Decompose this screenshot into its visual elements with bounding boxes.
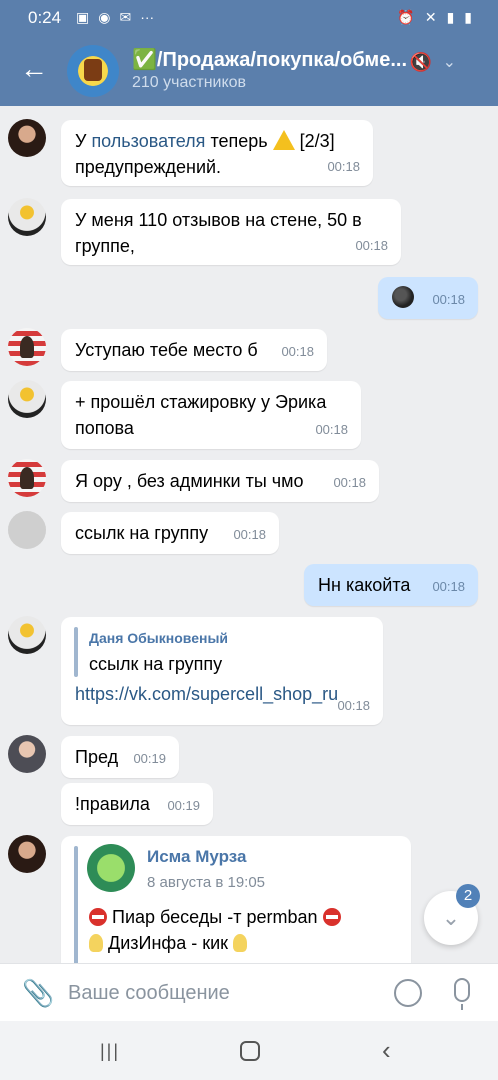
mic-icon[interactable] bbox=[454, 978, 470, 1010]
message-bubble-outgoing[interactable]: 00:18 bbox=[378, 277, 478, 319]
message-bubble[interactable]: Пред 00:19 bbox=[61, 736, 179, 778]
message-text: Уступаю тебе место б bbox=[75, 340, 258, 360]
status-notification-icons: ▣ ◉ ✉ ··· bbox=[76, 9, 154, 26]
silent-icon: ✕ bbox=[424, 9, 437, 25]
status-system-icons: ⏰ ✕ ▮ ▮ bbox=[397, 9, 472, 26]
back-arrow-icon[interactable]: ← bbox=[20, 54, 50, 84]
chat-icon: ◉ bbox=[98, 9, 111, 25]
chat-title[interactable]: ✅/Продажа/покупка/обме... bbox=[132, 47, 410, 72]
forward-body: Пиар беседы -т permban ДизИнфа - кик bbox=[89, 904, 341, 956]
android-nav-bar: ||| ‹ bbox=[0, 1021, 498, 1080]
message-time: 00:19 bbox=[167, 798, 200, 813]
forward-line: ДизИнфа - кик bbox=[89, 930, 341, 956]
avatar[interactable] bbox=[8, 511, 46, 549]
message-link[interactable]: https://vk.com/supercell_shop_ru bbox=[75, 681, 369, 707]
message-time: 00:18 bbox=[337, 698, 370, 713]
forward-bar bbox=[74, 846, 78, 963]
lightbulb-icon bbox=[233, 934, 248, 952]
gallery-icon: ▣ bbox=[76, 9, 90, 25]
chat-avatar[interactable] bbox=[67, 45, 119, 97]
forward-line: Пиар беседы -т permban bbox=[89, 904, 341, 930]
avatar[interactable] bbox=[8, 459, 46, 497]
message-feed[interactable]: У пользователя теперь [2/3] предупрежден… bbox=[0, 106, 498, 963]
message-bubble[interactable]: + прошёл стажировку у Эрика попова 00:18 bbox=[61, 381, 361, 449]
message-time: 00:18 bbox=[355, 238, 388, 253]
alarm-icon: ⏰ bbox=[397, 9, 415, 25]
mute-icon: 🔇 bbox=[409, 52, 432, 72]
forward-author-avatar[interactable] bbox=[87, 844, 135, 892]
reply-author: Даня Обыкновеный bbox=[89, 630, 229, 646]
avatar[interactable] bbox=[8, 735, 46, 773]
avatar[interactable] bbox=[8, 835, 46, 873]
composer-bar: 📎 bbox=[0, 963, 498, 1021]
message-time: 00:18 bbox=[432, 292, 465, 307]
message-text-line2: группе, bbox=[75, 236, 135, 256]
emoji-moon-icon bbox=[392, 286, 414, 308]
avatar[interactable] bbox=[8, 119, 46, 157]
message-bubble[interactable]: У меня 110 отзывов на стене, 50 в группе… bbox=[61, 199, 401, 265]
unread-badge: 2 bbox=[456, 884, 480, 908]
nav-back-icon[interactable]: ‹ bbox=[382, 1035, 391, 1066]
message-bubble[interactable]: ссылк на группу 00:18 bbox=[61, 512, 279, 554]
reply-text: ссылк на группу bbox=[89, 654, 223, 674]
message-text: Я ору , без админки ты чмо bbox=[75, 471, 304, 491]
status-time: 0:24 bbox=[28, 8, 62, 27]
home-icon[interactable] bbox=[240, 1041, 260, 1061]
message-bubble[interactable]: Я ору , без админки ты чмо 00:18 bbox=[61, 460, 379, 502]
message-bubble-outgoing[interactable]: Нн какойта 00:18 bbox=[304, 564, 478, 606]
message-text-line2: попова bbox=[75, 418, 134, 438]
message-input[interactable] bbox=[68, 978, 368, 1008]
user-link[interactable]: пользователя bbox=[91, 131, 205, 151]
forward-date: 8 августа в 19:05 bbox=[147, 874, 266, 891]
message-bubble[interactable]: Даня Обыкновеный ссылк на группу https:/… bbox=[61, 617, 383, 725]
more-icon: ··· bbox=[140, 9, 155, 25]
message-text: + прошёл стажировку у Эрика bbox=[75, 392, 327, 412]
mail-icon: ✉ bbox=[119, 9, 132, 25]
no-entry-icon bbox=[322, 908, 341, 926]
emoji-icon[interactable] bbox=[394, 979, 422, 1007]
chat-member-count: 210 участников bbox=[132, 74, 247, 91]
message-bubble[interactable]: Уступаю тебе место б 00:18 bbox=[61, 329, 327, 371]
avatar[interactable] bbox=[8, 328, 46, 366]
reply-preview[interactable]: Даня Обыкновеный ссылк на группу bbox=[75, 625, 369, 677]
warning-icon bbox=[272, 130, 295, 150]
message-time: 00:18 bbox=[327, 159, 360, 174]
attach-icon[interactable]: 📎 bbox=[22, 978, 54, 1009]
message-time: 00:18 bbox=[432, 579, 465, 594]
forwarded-message-bubble[interactable]: Исма Мурза 8 августа в 19:05 Пиар беседы… bbox=[61, 836, 411, 963]
message-bubble[interactable]: !правила 00:19 bbox=[61, 783, 213, 825]
avatar[interactable] bbox=[8, 616, 46, 654]
message-time: 00:18 bbox=[233, 527, 266, 542]
message-time: 00:18 bbox=[333, 475, 366, 490]
recent-apps-icon[interactable]: ||| bbox=[100, 1041, 120, 1062]
forward-author[interactable]: Исма Мурза bbox=[147, 844, 246, 870]
message-text: У пользователя теперь [2/3] bbox=[75, 130, 335, 151]
top-bar: 0:24 ▣ ◉ ✉ ··· ⏰ ✕ ▮ ▮ ← ✅/Продажа/покуп… bbox=[0, 0, 498, 106]
message-time: 00:19 bbox=[133, 751, 166, 766]
battery-icon: ▮ bbox=[464, 9, 472, 25]
avatar[interactable] bbox=[8, 380, 46, 418]
no-entry-icon bbox=[89, 908, 107, 926]
message-text-line2: предупреждений. bbox=[75, 157, 222, 177]
message-bubble[interactable]: У пользователя теперь [2/3] предупрежден… bbox=[61, 120, 373, 186]
status-bar: 0:24 ▣ ◉ ✉ ··· ⏰ ✕ ▮ ▮ bbox=[0, 0, 498, 36]
message-time: 00:18 bbox=[315, 422, 348, 437]
signal-icon: ▮ bbox=[446, 9, 455, 25]
message-time: 00:18 bbox=[281, 344, 314, 359]
message-text: У меня 110 отзывов на стене, 50 в bbox=[75, 210, 362, 230]
chevron-down-icon[interactable]: ⌄ bbox=[443, 52, 456, 72]
lightbulb-icon bbox=[89, 934, 103, 952]
avatar[interactable] bbox=[8, 198, 46, 236]
reply-bar bbox=[74, 627, 78, 677]
